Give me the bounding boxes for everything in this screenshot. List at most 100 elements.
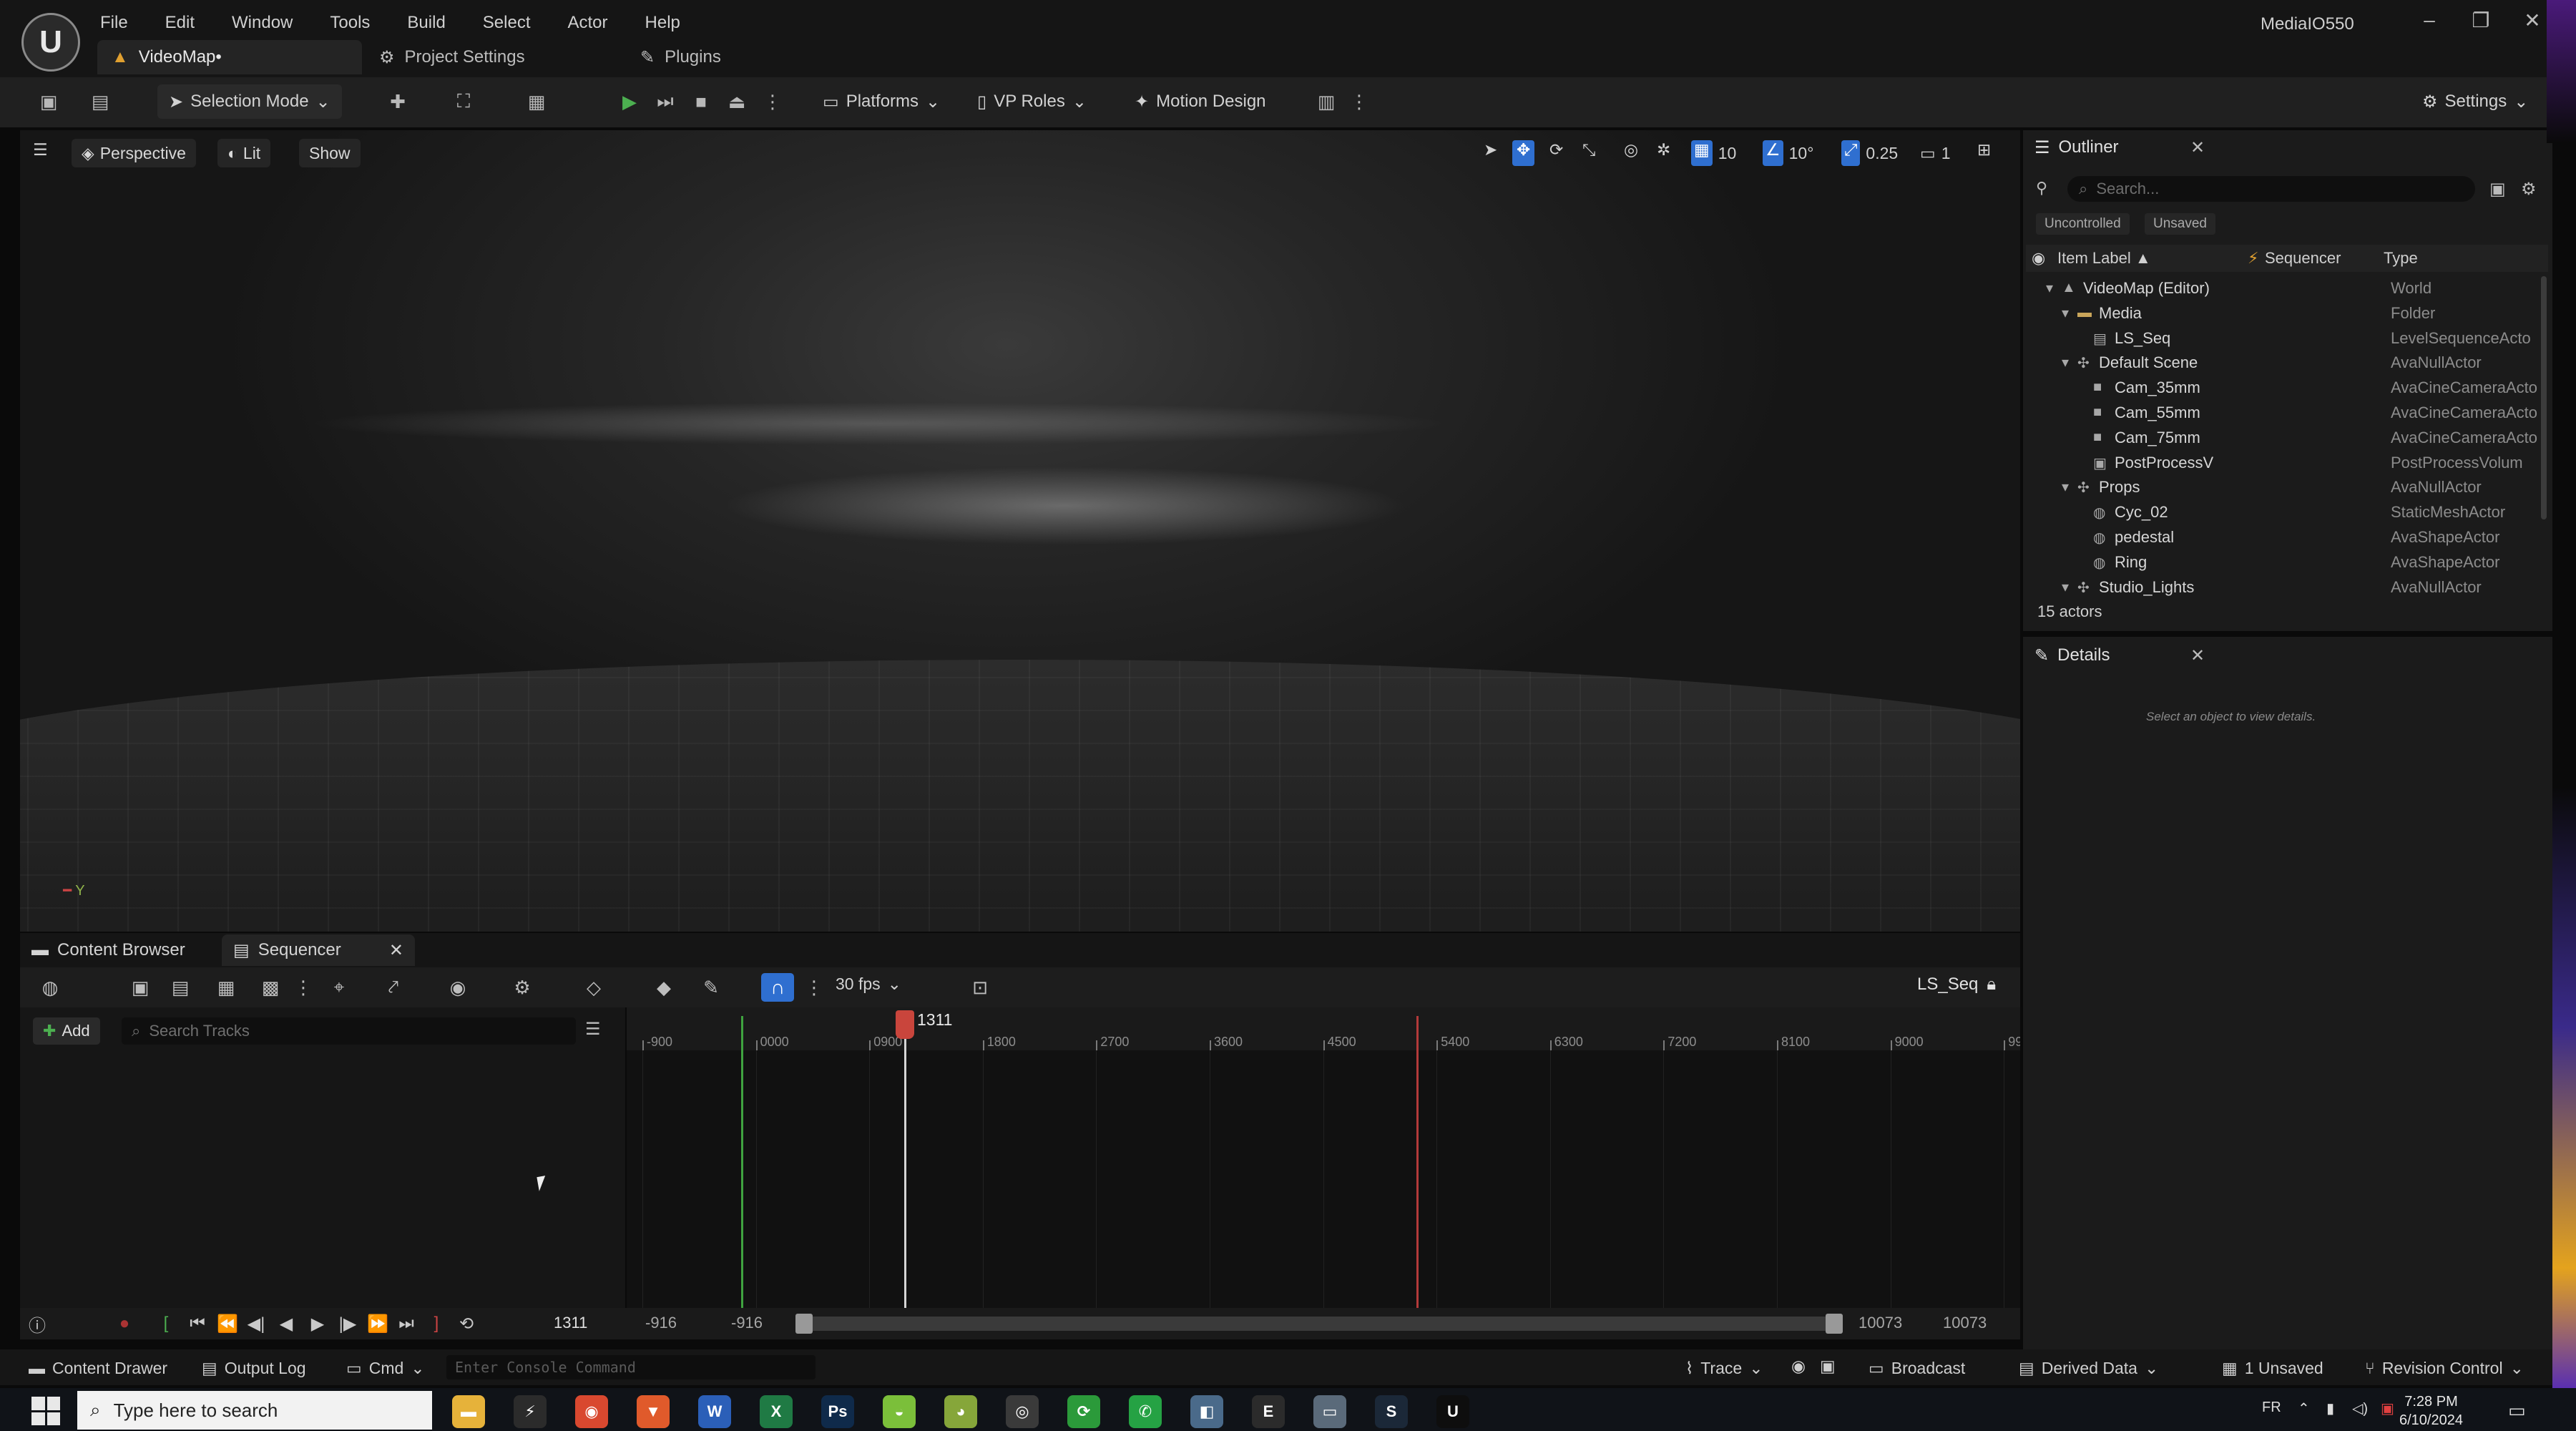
tab-plugins[interactable]: ✎ Plugins [626, 40, 841, 74]
tab-content-browser[interactable]: ▬ Content Browser [20, 934, 197, 966]
more-icon[interactable]: ⋮ [289, 973, 318, 1002]
info-icon[interactable]: ⓘ [24, 1311, 50, 1337]
rotate-tool-icon[interactable]: ⟳ [1545, 140, 1567, 166]
outliner-tab[interactable]: ☰ Outliner [2023, 130, 2130, 165]
play-start-field[interactable]: -916 [731, 1314, 763, 1332]
world-space-icon[interactable]: ◎ [1620, 140, 1642, 166]
scrollbar-start-handle[interactable] [795, 1314, 813, 1334]
add-actor-icon[interactable]: ✚ [383, 87, 412, 116]
view-end-field[interactable]: 10073 [1943, 1314, 1987, 1332]
time-ruler[interactable]: -900 0000 0900 1800 2700 3600 4500 5400 6300 7200… [627, 1007, 2020, 1050]
expand-arrow-icon[interactable]: ▾ [2062, 478, 2069, 496]
outliner-row[interactable]: ▾ ✣ Props AvaNullActor [2026, 475, 2548, 499]
menu-edit[interactable]: Edit [165, 13, 195, 33]
lit-button[interactable]: ◐ Lit [217, 139, 271, 167]
gear-icon[interactable]: ⚙ [2521, 179, 2537, 200]
menu-window[interactable]: Window [232, 13, 293, 33]
expand-arrow-icon[interactable]: ▾ [2062, 578, 2069, 596]
chrome-icon[interactable]: ◉ [575, 1395, 608, 1428]
epic-icon[interactable]: E [1252, 1395, 1285, 1428]
file-explorer-icon[interactable]: ▬ [452, 1395, 485, 1428]
eye-icon[interactable]: ◉ [2032, 249, 2045, 268]
level-viewport[interactable]: ☰ ◈ Perspective ◐ Lit Show ➤ ✥ ⟳ ⤡ ◎ ✲ ▦… [20, 130, 2020, 932]
obs-icon[interactable]: ◎ [1006, 1395, 1039, 1428]
scale-tool-icon[interactable]: ⤡ [1578, 140, 1600, 166]
expand-arrow-icon[interactable]: ▾ [2046, 279, 2053, 297]
excel-icon[interactable]: X [760, 1395, 793, 1428]
playhead-line[interactable] [904, 1013, 906, 1308]
save-as-icon[interactable]: ▤ [166, 973, 195, 1002]
filter-uncontrolled[interactable]: Uncontrolled [2036, 213, 2130, 235]
view-range-scrollbar[interactable] [798, 1317, 1840, 1331]
app-13-icon[interactable]: ◧ [1190, 1395, 1223, 1428]
prev-key-icon[interactable]: ⏪ [215, 1311, 240, 1337]
add-track-button[interactable]: ✚ Add [33, 1017, 100, 1045]
prev-frame-icon[interactable]: ◀| [243, 1311, 269, 1337]
outliner-row[interactable]: ◍ Ring AvaShapeActor [2026, 550, 2548, 575]
steam-icon[interactable]: S [1375, 1395, 1408, 1428]
restore-button[interactable]: ❐ [2459, 9, 2502, 32]
tab-project-settings[interactable]: ⚙ Project Settings [365, 40, 622, 74]
vp-roles-dropdown[interactable]: ▯ VP Roles ⌄ [977, 84, 1087, 119]
translate-tool-icon[interactable]: ✥ [1512, 140, 1535, 166]
sync-icon[interactable]: ⟳ [1067, 1395, 1100, 1428]
broadcast-button[interactable]: ▭ Broadcast [1869, 1357, 1965, 1379]
view-start-field[interactable]: -916 [645, 1314, 677, 1332]
current-frame-field[interactable]: 1311 [554, 1314, 587, 1332]
expand-arrow-icon[interactable]: ▾ [2062, 304, 2069, 322]
jump-start-icon[interactable]: ⏮ [185, 1311, 210, 1337]
notification-app-icon[interactable]: ▣ [2381, 1400, 2394, 1417]
visibility-icon[interactable]: ◉ [444, 973, 472, 1002]
language-indicator[interactable]: FR [2262, 1400, 2281, 1416]
windows-start-icon[interactable] [31, 1397, 60, 1425]
cmd-dropdown[interactable]: ▭ Cmd ⌄ [346, 1357, 425, 1379]
fps-dropdown[interactable]: 30 fps ⌄ [836, 975, 901, 994]
outliner-row[interactable]: ◍ Cyc_02 StaticMeshActor [2026, 500, 2548, 524]
expand-arrow-icon[interactable]: ▾ [2062, 353, 2069, 371]
filter-icon[interactable]: ☰ [585, 1019, 601, 1040]
edit-icon[interactable]: ✎ [697, 973, 725, 1002]
chevron-up-icon[interactable]: ⌃ [2298, 1400, 2310, 1417]
playback-end-marker[interactable] [1416, 1016, 1419, 1308]
menu-file[interactable]: File [100, 13, 128, 33]
notifications-icon[interactable]: ▭ [2508, 1400, 2526, 1422]
close-icon[interactable]: ✕ [2190, 137, 2205, 158]
play-end-field[interactable]: 10073 [1858, 1314, 1902, 1332]
close-icon[interactable]: ✕ [389, 940, 403, 961]
whatsapp-icon[interactable]: ✆ [1129, 1395, 1162, 1428]
play-icon[interactable]: ▶ [305, 1311, 330, 1337]
key-icon[interactable]: ◇ [579, 973, 608, 1002]
outliner-row[interactable]: ■ Cam_75mm AvaCineCameraActo [2026, 426, 2548, 450]
column-item-label[interactable]: Item Label ▲ [2057, 249, 2151, 268]
outliner-row[interactable]: ▣ PostProcessV PostProcessVolum [2026, 451, 2548, 475]
more-icon[interactable]: ⋮ [758, 87, 787, 116]
settings-icon[interactable]: ⚙ [508, 973, 537, 1002]
filter-unsaved[interactable]: Unsaved [2145, 213, 2215, 235]
curve-tool-icon[interactable]: ⤤ [379, 973, 408, 1002]
column-type[interactable]: Type [2384, 249, 2418, 268]
loop-icon[interactable]: ⟲ [454, 1311, 479, 1337]
trace-dropdown[interactable]: ⌇ Trace ⌄ [1685, 1357, 1763, 1379]
world-icon[interactable]: ◍ [36, 973, 64, 1002]
search-tracks-input[interactable]: ⌕ Search Tracks [122, 1017, 576, 1045]
minimize-button[interactable]: – [2408, 9, 2451, 31]
set-start-icon[interactable]: [ [153, 1311, 179, 1337]
marker-icon[interactable]: ⌖ [325, 973, 353, 1002]
record-icon[interactable]: ● [112, 1311, 137, 1337]
details-tab[interactable]: ✎ Details [2023, 638, 2121, 673]
record-status-icon[interactable]: ◉ [1791, 1357, 1806, 1379]
motion-design-button[interactable]: ✦ Motion Design [1135, 84, 1266, 119]
hamburger-menu-icon[interactable]: ☰ [29, 140, 52, 166]
word-icon[interactable]: W [698, 1395, 731, 1428]
close-icon[interactable]: ✕ [2190, 645, 2205, 666]
outliner-row[interactable]: ▾ ✣ Studio_Lights AvaNullActor [2026, 575, 2548, 600]
rotation-snap-toggle[interactable]: ∠ 10° [1758, 140, 1818, 166]
perspective-button[interactable]: ◈ Perspective [72, 139, 196, 167]
set-end-icon[interactable]: ] [423, 1311, 449, 1337]
playback-start-marker[interactable] [741, 1016, 743, 1308]
save-icon[interactable]: ▣ [34, 87, 63, 116]
screenshot-icon[interactable]: ▣ [1820, 1357, 1836, 1379]
settings-dropdown[interactable]: ⚙ Settings ⌄ [2422, 84, 2528, 119]
filter-icon[interactable]: ⚲ [2036, 179, 2047, 197]
tab-sequencer[interactable]: ▤ Sequencer ✕ [222, 934, 415, 966]
